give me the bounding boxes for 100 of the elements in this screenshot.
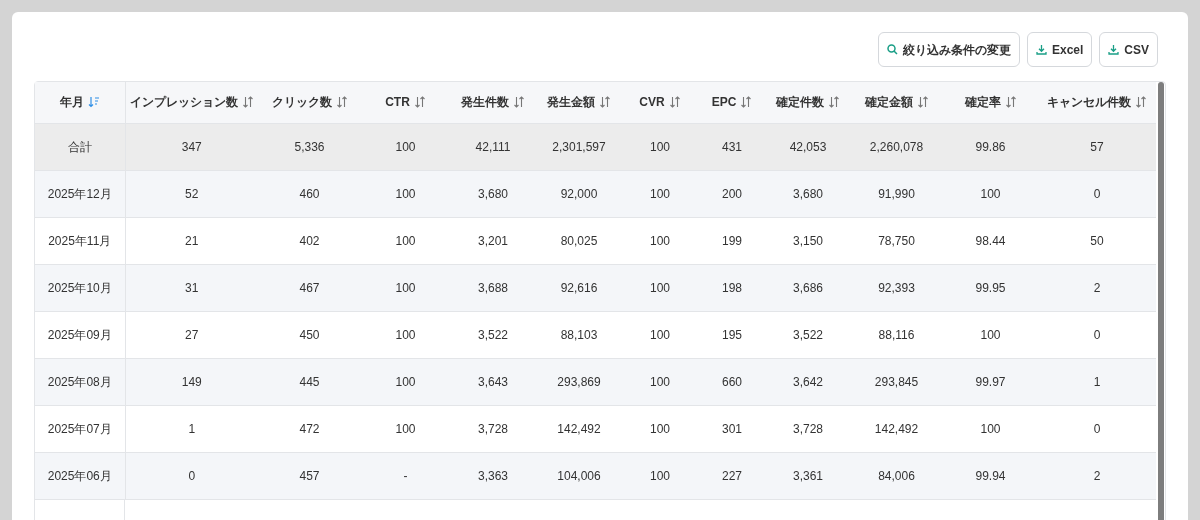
month-cell: 2025年07月 [35, 405, 125, 452]
table-cell: 100 [361, 311, 450, 358]
table-cell: 42,053 [766, 123, 850, 170]
table-cell: 100 [361, 358, 450, 405]
table-cell: 100 [622, 452, 698, 499]
table-cell: 2,301,597 [536, 123, 622, 170]
table-cell: 450 [258, 311, 361, 358]
table-cell: 142,492 [536, 405, 622, 452]
table-cell: 100 [622, 405, 698, 452]
table-cell: 3,728 [450, 405, 536, 452]
column-header[interactable]: 確定件数 [766, 82, 850, 123]
column-header[interactable]: キャンセル件数 [1038, 82, 1156, 123]
table-cell: 457 [258, 452, 361, 499]
table-cell: 21 [125, 217, 258, 264]
table-cell: 293,869 [536, 358, 622, 405]
table-cell: 27 [125, 311, 258, 358]
table-cell: 3,680 [450, 170, 536, 217]
table-cell: 301 [698, 405, 766, 452]
table-cell: 100 [361, 123, 450, 170]
table-cell: 227 [698, 452, 766, 499]
table-cell: 100 [622, 123, 698, 170]
column-header[interactable]: インプレッション数 [125, 82, 258, 123]
table-cell: 100 [622, 264, 698, 311]
table-cell: 50 [1038, 217, 1156, 264]
table-cell: 195 [698, 311, 766, 358]
table-cell: 142,492 [850, 405, 943, 452]
table-cell: 100 [361, 264, 450, 311]
month-cell: 2025年06月 [35, 452, 125, 499]
table-cell: 100 [361, 217, 450, 264]
table-cell: 100 [943, 311, 1038, 358]
table-cell: 3,522 [450, 311, 536, 358]
total-label: 合計 [35, 123, 125, 170]
table-cell: 100 [622, 170, 698, 217]
table-cell: 100 [943, 405, 1038, 452]
table-cell: 2 [1038, 264, 1156, 311]
table-cell: 467 [258, 264, 361, 311]
table-cell: 100 [943, 170, 1038, 217]
table-cell: 3,150 [766, 217, 850, 264]
column-header[interactable]: CTR [361, 82, 450, 123]
column-header[interactable]: 発生金額 [536, 82, 622, 123]
download-icon [1035, 44, 1047, 55]
table-cell: 200 [698, 170, 766, 217]
table-cell: 92,616 [536, 264, 622, 311]
table-cell: 1 [125, 405, 258, 452]
scrollbar[interactable] [1158, 82, 1164, 520]
table-cell: 104,006 [536, 452, 622, 499]
table-cell: 98.44 [943, 217, 1038, 264]
month-cell: 2025年11月 [35, 217, 125, 264]
search-icon [886, 44, 898, 55]
column-header[interactable]: 確定率 [943, 82, 1038, 123]
table-cell: 293,845 [850, 358, 943, 405]
table-cell: 149 [125, 358, 258, 405]
table-cell: 2,260,078 [850, 123, 943, 170]
table-cell: 5,336 [258, 123, 361, 170]
table-cell: 0 [125, 452, 258, 499]
table-cell: 3,680 [766, 170, 850, 217]
month-cell: 2025年10月 [35, 264, 125, 311]
table-cell: 3,201 [450, 217, 536, 264]
table-cell: 99.86 [943, 123, 1038, 170]
table-cell: 347 [125, 123, 258, 170]
table-cell: 99.94 [943, 452, 1038, 499]
column-header[interactable]: 年月 [35, 82, 125, 123]
download-button[interactable]: Excel [1026, 32, 1093, 67]
month-cell: 2025年08月 [35, 358, 125, 405]
table-cell: 99.95 [943, 264, 1038, 311]
table-cell: 100 [622, 358, 698, 405]
table-cell: 92,000 [536, 170, 622, 217]
column-header[interactable]: 発生件数 [450, 82, 536, 123]
column-header[interactable]: CVR [622, 82, 698, 123]
table-cell: 0 [1038, 405, 1156, 452]
table-cell: 100 [361, 405, 450, 452]
filter-button[interactable]: 絞り込み条件の変更 [877, 32, 1020, 67]
table-cell: 460 [258, 170, 361, 217]
column-header[interactable]: EPC [698, 82, 766, 123]
table-cell: 3,686 [766, 264, 850, 311]
table-cell: 57 [1038, 123, 1156, 170]
table-cell: 99.97 [943, 358, 1038, 405]
table-cell: 100 [361, 170, 450, 217]
table-cell: 31 [125, 264, 258, 311]
table-cell: 3,361 [766, 452, 850, 499]
table-cell: 3,522 [766, 311, 850, 358]
table-cell: 3,363 [450, 452, 536, 499]
month-cell: 2025年09月 [35, 311, 125, 358]
table-cell: 3,688 [450, 264, 536, 311]
table-cell: 660 [698, 358, 766, 405]
table-cell: 100 [622, 217, 698, 264]
table-cell: 84,006 [850, 452, 943, 499]
table-cell: 88,103 [536, 311, 622, 358]
table-cell: 199 [698, 217, 766, 264]
table-cell: - [361, 452, 450, 499]
table-cell: 445 [258, 358, 361, 405]
table-cell: 431 [698, 123, 766, 170]
download-button[interactable]: CSV [1099, 32, 1158, 67]
table-cell: 0 [1038, 311, 1156, 358]
column-header[interactable]: クリック数 [258, 82, 361, 123]
table-cell: 3,642 [766, 358, 850, 405]
table-cell: 100 [622, 311, 698, 358]
column-header[interactable]: 確定金額 [850, 82, 943, 123]
table-cell: 0 [1038, 170, 1156, 217]
table-cell: 1 [1038, 358, 1156, 405]
